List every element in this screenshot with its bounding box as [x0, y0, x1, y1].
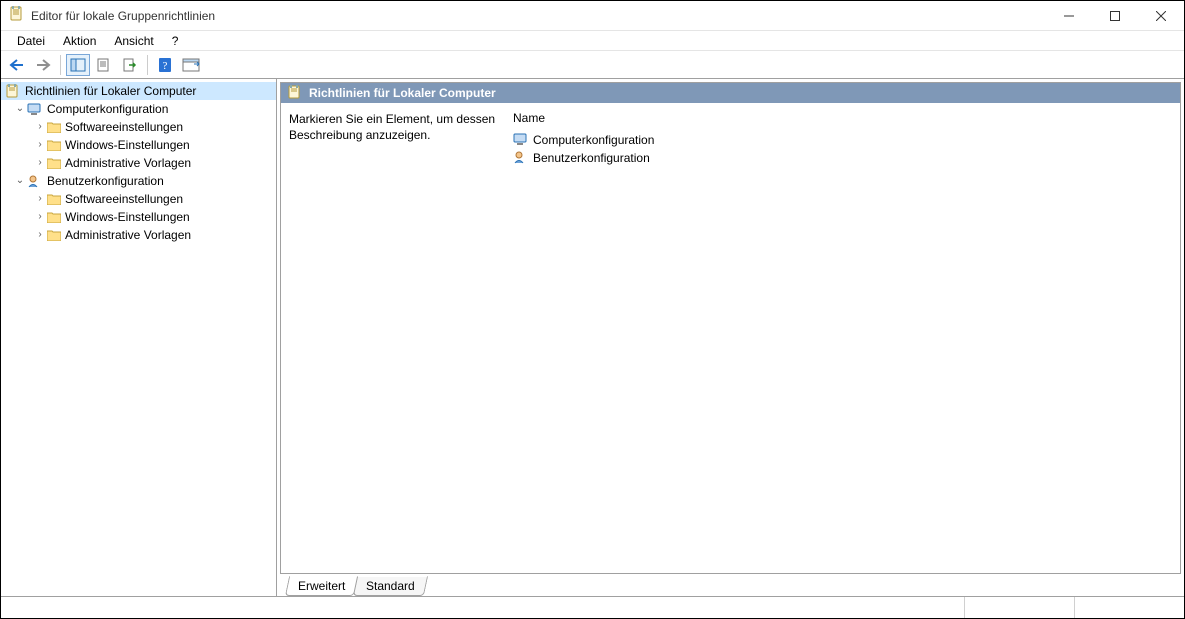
help-button[interactable]: ?: [153, 54, 177, 76]
details-heading: Richtlinien für Lokaler Computer: [309, 86, 496, 100]
chevron-down-icon[interactable]: ⌄: [13, 176, 27, 186]
tree-software-settings[interactable]: › Softwareeinstellungen: [1, 190, 276, 208]
list-item[interactable]: Benutzerkonfiguration: [513, 149, 1172, 167]
maximize-button[interactable]: [1092, 1, 1138, 30]
svg-text:?: ?: [163, 60, 168, 72]
chevron-down-icon[interactable]: ⌄: [13, 104, 27, 114]
details-description: Markieren Sie ein Element, um dessen Bes…: [289, 111, 499, 565]
details-list: Name Computerkonfiguration Benutzerkonf: [513, 111, 1172, 565]
tree-label: Administrative Vorlagen: [65, 228, 191, 242]
menu-view[interactable]: Ansicht: [106, 32, 161, 50]
tree-label: Administrative Vorlagen: [65, 156, 191, 170]
column-header-name[interactable]: Name: [513, 111, 1172, 131]
chevron-right-icon[interactable]: ›: [33, 194, 47, 204]
tab-strip: Erweitert Standard: [277, 574, 1184, 596]
filter-button[interactable]: [179, 54, 203, 76]
content-split: Richtlinien für Lokaler Computer ⌄ Compu…: [1, 79, 1184, 596]
details-panel: Richtlinien für Lokaler Computer Markier…: [277, 79, 1184, 596]
menu-help[interactable]: ?: [164, 32, 187, 50]
status-cell: [1074, 597, 1184, 618]
folder-icon: [47, 158, 61, 169]
computer-icon: [27, 102, 43, 116]
chevron-right-icon[interactable]: ›: [33, 140, 47, 150]
tree-computer-config[interactable]: ⌄ Computerkonfiguration: [1, 100, 276, 118]
tree-software-settings[interactable]: › Softwareeinstellungen: [1, 118, 276, 136]
folder-icon: [47, 122, 61, 133]
tree-admin-templates[interactable]: › Administrative Vorlagen: [1, 226, 276, 244]
note-icon: [5, 84, 21, 98]
chevron-right-icon[interactable]: ›: [33, 230, 47, 240]
menu-action[interactable]: Aktion: [55, 32, 104, 50]
minimize-button[interactable]: [1046, 1, 1092, 30]
window-title: Editor für lokale Gruppenrichtlinien: [31, 9, 1046, 23]
user-icon: [27, 174, 43, 188]
menubar: Datei Aktion Ansicht ?: [1, 31, 1184, 51]
list-item-label: Benutzerkonfiguration: [533, 151, 650, 165]
folder-icon: [47, 230, 61, 241]
properties-button[interactable]: [92, 54, 116, 76]
tree-panel: Richtlinien für Lokaler Computer ⌄ Compu…: [1, 79, 277, 596]
status-main: [1, 597, 964, 618]
nav-forward-button[interactable]: [31, 54, 55, 76]
chevron-right-icon[interactable]: ›: [33, 158, 47, 168]
tree-root-label: Richtlinien für Lokaler Computer: [25, 84, 196, 98]
tab-extended[interactable]: Erweitert: [285, 576, 359, 596]
tree-label: Computerkonfiguration: [47, 102, 168, 116]
toolbar-separator: [147, 55, 148, 75]
tree-label: Windows-Einstellungen: [65, 138, 190, 152]
tree-user-config[interactable]: ⌄ Benutzerkonfiguration: [1, 172, 276, 190]
tree-admin-templates[interactable]: › Administrative Vorlagen: [1, 154, 276, 172]
status-cell: [964, 597, 1074, 618]
tree-label: Softwareeinstellungen: [65, 192, 183, 206]
note-icon: [287, 85, 303, 102]
app-icon: [9, 6, 25, 25]
computer-icon: [513, 132, 529, 149]
toolbar: ?: [1, 51, 1184, 79]
user-icon: [513, 150, 529, 167]
tree-windows-settings[interactable]: › Windows-Einstellungen: [1, 208, 276, 226]
list-item[interactable]: Computerkonfiguration: [513, 131, 1172, 149]
list-item-label: Computerkonfiguration: [533, 133, 654, 147]
tree-label: Benutzerkonfiguration: [47, 174, 164, 188]
folder-icon: [47, 140, 61, 151]
tab-standard[interactable]: Standard: [353, 576, 428, 596]
folder-icon: [47, 194, 61, 205]
window-controls: [1046, 1, 1184, 30]
tree-root[interactable]: Richtlinien für Lokaler Computer: [1, 82, 276, 100]
menu-file[interactable]: Datei: [9, 32, 53, 50]
toolbar-separator: [60, 55, 61, 75]
details-header: Richtlinien für Lokaler Computer: [281, 83, 1180, 103]
tree-windows-settings[interactable]: › Windows-Einstellungen: [1, 136, 276, 154]
details-content: Richtlinien für Lokaler Computer Markier…: [280, 82, 1181, 574]
chevron-right-icon[interactable]: ›: [33, 122, 47, 132]
folder-icon: [47, 212, 61, 223]
export-button[interactable]: [118, 54, 142, 76]
tree-label: Softwareeinstellungen: [65, 120, 183, 134]
details-body: Markieren Sie ein Element, um dessen Bes…: [281, 103, 1180, 573]
nav-back-button[interactable]: [5, 54, 29, 76]
tree-label: Windows-Einstellungen: [65, 210, 190, 224]
titlebar: Editor für lokale Gruppenrichtlinien: [1, 1, 1184, 31]
show-tree-button[interactable]: [66, 54, 90, 76]
close-button[interactable]: [1138, 1, 1184, 30]
policy-tree[interactable]: Richtlinien für Lokaler Computer ⌄ Compu…: [1, 82, 276, 244]
chevron-right-icon[interactable]: ›: [33, 212, 47, 222]
statusbar: [1, 596, 1184, 618]
app-window: Editor für lokale Gruppenrichtlinien Dat…: [0, 0, 1185, 619]
